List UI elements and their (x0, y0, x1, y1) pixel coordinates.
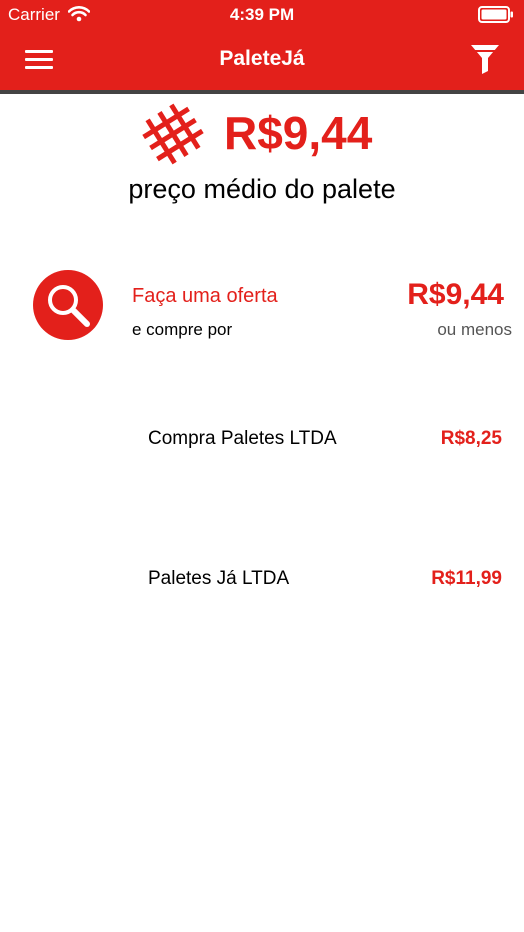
pallet-icon (142, 103, 204, 165)
supplier-name: Compra Paletes LTDA (148, 428, 337, 449)
status-bar: Carrier 4:39 PM (0, 0, 524, 30)
page-title: PaleteJá (219, 47, 305, 70)
make-offer-row[interactable]: Faça uma oferta e compre por R$9,44 ou m… (0, 258, 524, 354)
supplier-price: R$11,99 (431, 568, 502, 589)
average-price: R$9,44 (224, 107, 373, 159)
status-time: 4:39 PM (229, 5, 295, 24)
offer-icon-badge (33, 270, 103, 340)
offer-subtitle: e compre por (132, 320, 233, 339)
nav-bar: PaleteJá (0, 30, 524, 90)
battery-icon (478, 6, 513, 23)
offer-price: R$9,44 (407, 278, 504, 311)
average-price-caption: preço médio do palete (128, 174, 396, 204)
filter-funnel-icon (471, 45, 499, 74)
supplier-price: R$8,25 (440, 428, 502, 449)
offer-title: Faça uma oferta (132, 285, 278, 307)
nav-divider (0, 90, 524, 94)
list-item-supplier[interactable]: Compra Paletes LTDA R$8,25 (0, 410, 524, 470)
search-magnifier-icon (48, 285, 90, 327)
list-item-supplier[interactable]: Paletes Já LTDA R$11,99 (0, 550, 524, 610)
offer-price-note: ou menos (437, 320, 512, 339)
supplier-name: Paletes Já LTDA (148, 568, 290, 589)
filter-button[interactable] (468, 42, 502, 76)
